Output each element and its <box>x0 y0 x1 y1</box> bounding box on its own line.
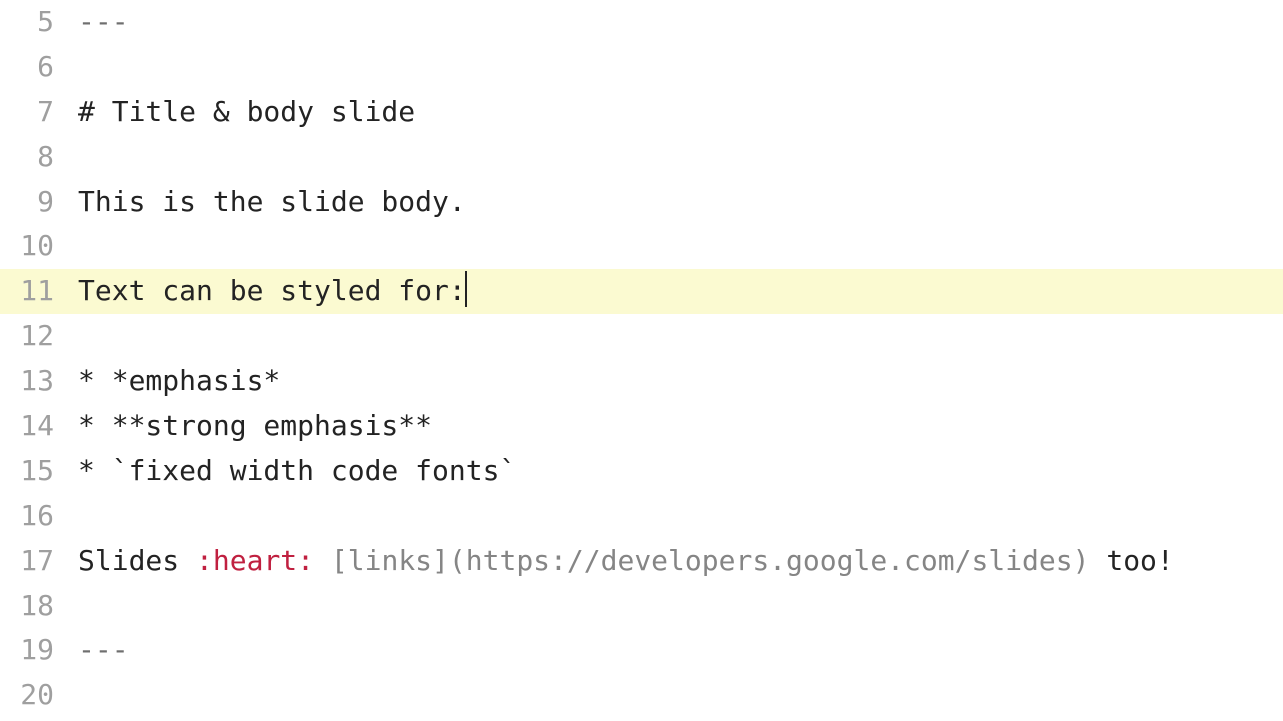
line-number: 9 <box>0 180 78 225</box>
code-line[interactable]: 15* `fixed width code fonts` <box>0 449 1283 494</box>
line-number: 11 <box>0 269 78 314</box>
line-number: 15 <box>0 449 78 494</box>
code-token: :heart: <box>196 544 314 577</box>
line-content[interactable]: * `fixed width code fonts` <box>78 449 1283 494</box>
line-number: 8 <box>0 135 78 180</box>
line-number: 19 <box>0 628 78 673</box>
code-token <box>314 544 331 577</box>
code-token: Text can be styled for: <box>78 274 466 307</box>
line-number: 5 <box>0 0 78 45</box>
code-line[interactable]: 8 <box>0 135 1283 180</box>
code-line[interactable]: 9This is the slide body. <box>0 180 1283 225</box>
code-token: [links](https://developers.google.com/sl… <box>331 544 1090 577</box>
code-token: Slides <box>78 544 196 577</box>
line-content[interactable]: Text can be styled for: <box>78 269 1283 314</box>
code-token: * `fixed width code fonts` <box>78 454 516 487</box>
code-line[interactable]: 14* **strong emphasis** <box>0 404 1283 449</box>
line-content[interactable]: Slides :heart: [links](https://developer… <box>78 539 1283 584</box>
code-line[interactable]: 12 <box>0 314 1283 359</box>
code-line[interactable]: 11Text can be styled for: <box>0 269 1283 314</box>
code-line[interactable]: 17Slides :heart: [links](https://develop… <box>0 539 1283 584</box>
code-line[interactable]: 6 <box>0 45 1283 90</box>
code-line[interactable]: 10 <box>0 224 1283 269</box>
code-token: # Title & body slide <box>78 95 415 128</box>
line-number: 7 <box>0 90 78 135</box>
code-token: * *emphasis* <box>78 364 280 397</box>
line-number: 13 <box>0 359 78 404</box>
code-token: --- <box>78 633 129 666</box>
code-token: This is the slide body. <box>78 185 466 218</box>
code-line[interactable]: 16 <box>0 494 1283 539</box>
line-number: 10 <box>0 224 78 269</box>
code-line[interactable]: 19--- <box>0 628 1283 673</box>
line-content[interactable]: --- <box>78 628 1283 673</box>
line-content[interactable]: This is the slide body. <box>78 180 1283 225</box>
code-editor[interactable]: 5---67# Title & body slide89This is the … <box>0 0 1283 718</box>
line-number: 12 <box>0 314 78 359</box>
code-token: too! <box>1089 544 1173 577</box>
line-content[interactable]: # Title & body slide <box>78 90 1283 135</box>
code-line[interactable]: 13* *emphasis* <box>0 359 1283 404</box>
line-content[interactable]: --- <box>78 0 1283 45</box>
line-number: 6 <box>0 45 78 90</box>
line-number: 16 <box>0 494 78 539</box>
line-number: 17 <box>0 539 78 584</box>
line-number: 18 <box>0 584 78 629</box>
code-line[interactable]: 7# Title & body slide <box>0 90 1283 135</box>
code-line[interactable]: 20 <box>0 673 1283 718</box>
code-token: --- <box>78 5 129 38</box>
line-number: 20 <box>0 673 78 718</box>
line-number: 14 <box>0 404 78 449</box>
code-line[interactable]: 18 <box>0 584 1283 629</box>
code-token: * **strong emphasis** <box>78 409 432 442</box>
text-cursor <box>465 271 467 307</box>
code-line[interactable]: 5--- <box>0 0 1283 45</box>
line-content[interactable]: * **strong emphasis** <box>78 404 1283 449</box>
line-content[interactable]: * *emphasis* <box>78 359 1283 404</box>
